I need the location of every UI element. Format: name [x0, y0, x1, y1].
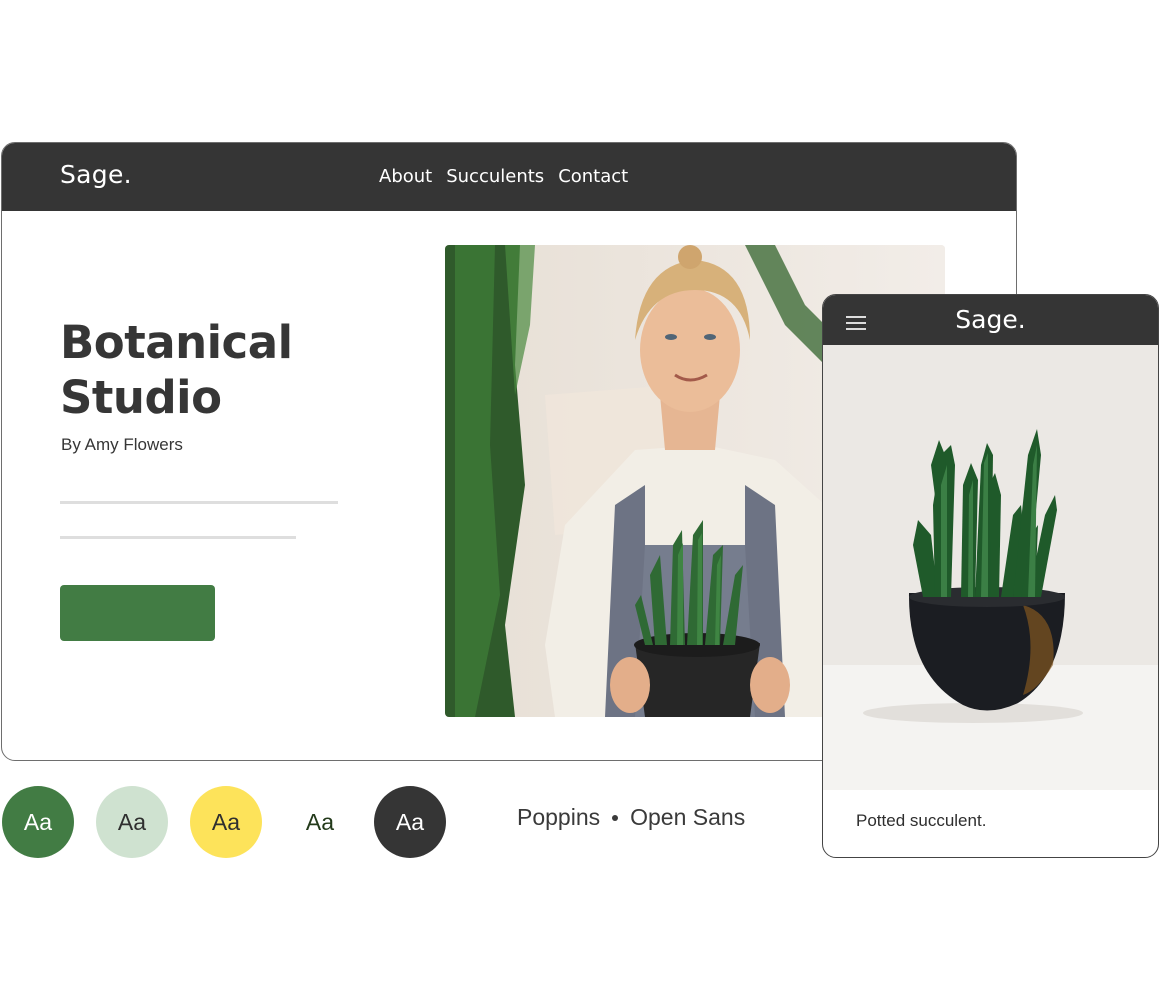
mobile-mockup: Sage. Potted succulent. — [822, 294, 1159, 858]
text-placeholder-line — [60, 501, 338, 504]
font-secondary: Open Sans — [630, 804, 746, 830]
swatch-label: Aa — [23, 808, 53, 835]
hero-title-line-1: Botanical — [60, 316, 293, 369]
font-primary: Poppins — [517, 804, 601, 830]
hero-title: Botanical Studio — [60, 315, 293, 425]
nav-link-about[interactable]: About — [379, 166, 432, 187]
swatch-label: Aa — [395, 808, 425, 835]
desktop-logo[interactable]: Sage. — [60, 160, 132, 189]
product-caption: Potted succulent. — [856, 811, 987, 830]
text-placeholder-line — [60, 536, 296, 539]
nav-link-contact[interactable]: Contact — [558, 166, 628, 187]
swatch-label: Aa — [305, 808, 335, 835]
color-swatch-green[interactable]: Aa — [2, 786, 74, 858]
mobile-logo[interactable]: Sage. — [823, 305, 1158, 334]
desktop-navbar: Sage. About Succulents Contact — [2, 143, 1016, 211]
swatch-label: Aa — [117, 808, 147, 835]
font-pairing: Poppins Open Sans — [517, 804, 745, 831]
color-swatch-sage[interactable]: Aa — [96, 786, 168, 858]
desktop-nav-links: About Succulents Contact — [379, 166, 628, 187]
color-swatch-charcoal[interactable]: Aa — [374, 786, 446, 858]
mobile-product-photo — [823, 345, 1158, 790]
color-swatch-yellow[interactable]: Aa — [190, 786, 262, 858]
hero-title-line-2: Studio — [60, 371, 222, 424]
hero-subtitle: By Amy Flowers — [61, 435, 183, 454]
nav-link-succulents[interactable]: Succulents — [446, 166, 544, 187]
cta-button[interactable] — [60, 585, 215, 641]
swatch-label: Aa — [211, 808, 241, 835]
mobile-navbar: Sage. — [823, 295, 1158, 345]
separator-dot-icon — [612, 814, 619, 821]
color-swatch-white[interactable]: Aa — [284, 786, 356, 858]
potted-succulent-image — [823, 345, 1158, 790]
